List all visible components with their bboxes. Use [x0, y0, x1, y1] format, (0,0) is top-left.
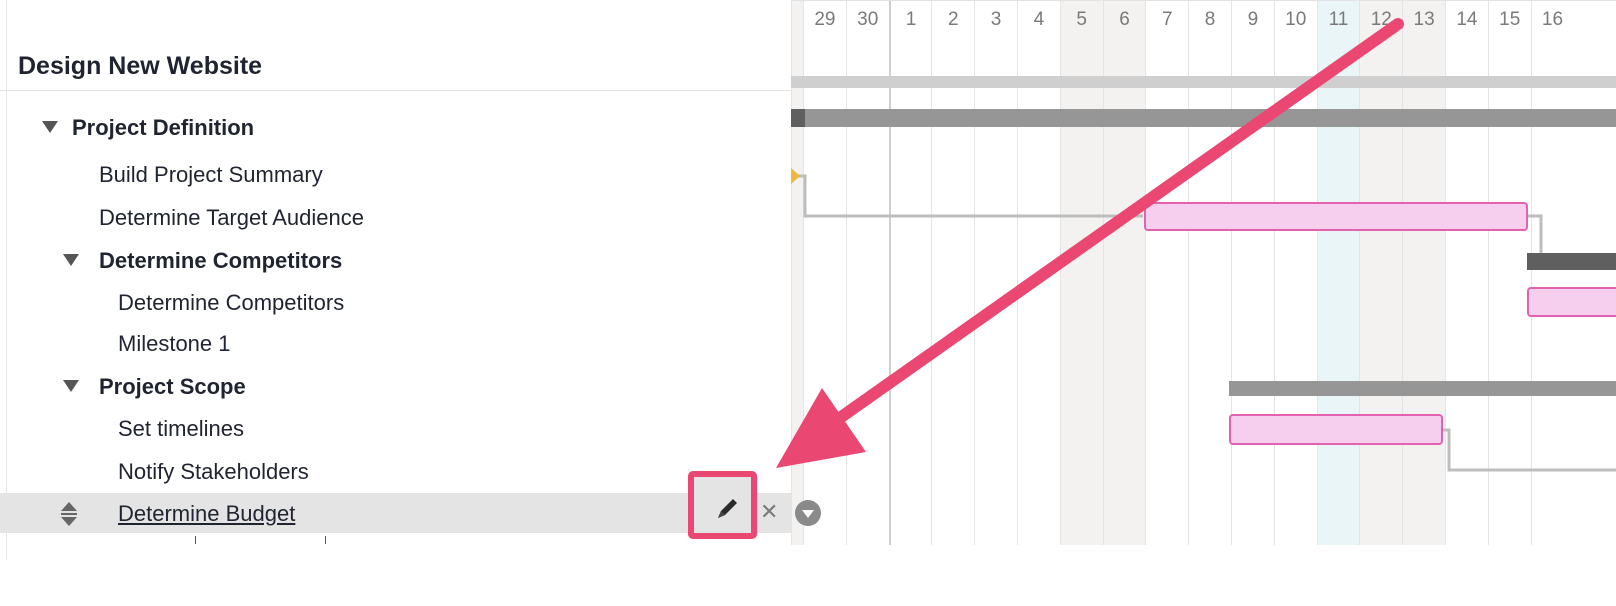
- annotation-arrow: [776, 18, 1404, 468]
